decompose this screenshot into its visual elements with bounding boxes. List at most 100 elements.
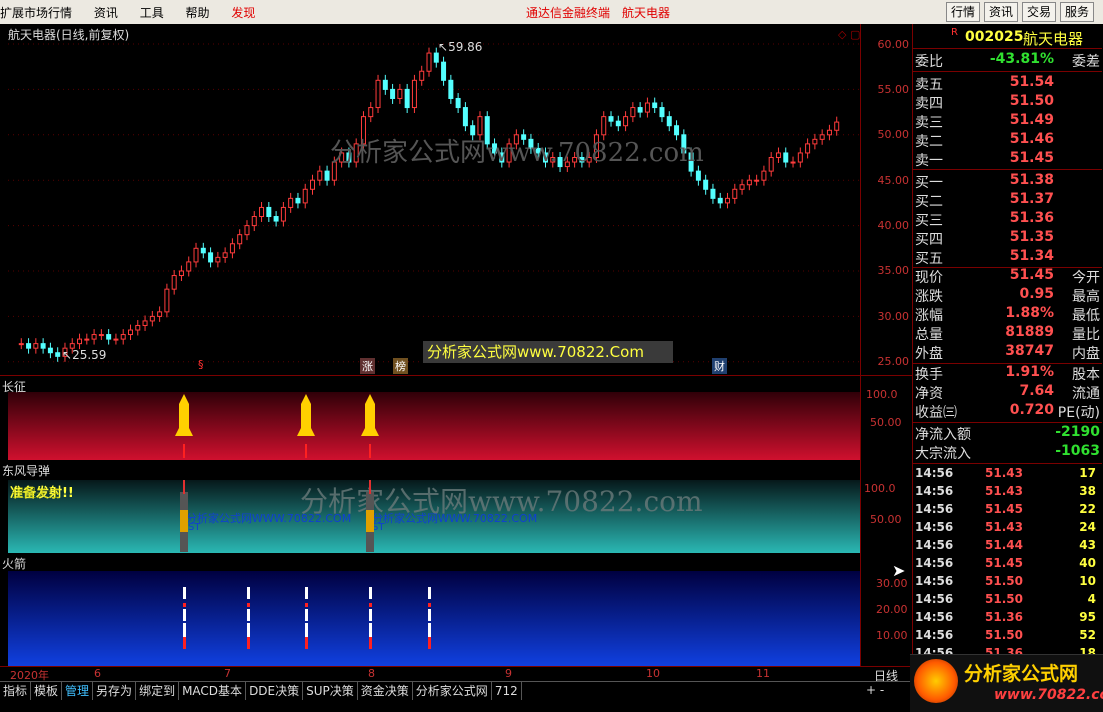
quote-row: 外盘 38747 内盘 xyxy=(913,343,1102,362)
service-button[interactable]: 服务 xyxy=(1060,2,1095,22)
tick-p: 51.45 xyxy=(985,502,1023,516)
quote-row-label: 现价 xyxy=(915,270,943,286)
tab-sup[interactable]: SUP决策 xyxy=(303,682,358,700)
marker-finance[interactable]: 财 xyxy=(712,358,727,374)
menu-item-market[interactable]: 扩展市场行情 xyxy=(0,6,72,20)
quote-row-value: 51.45 xyxy=(1009,267,1054,283)
marker-dividend[interactable]: § xyxy=(198,358,204,371)
tick-t: 14:56 xyxy=(915,592,954,606)
tab-manage[interactable]: 管理 xyxy=(62,682,94,700)
candle xyxy=(288,197,294,208)
tab-save-as[interactable]: 另存为 xyxy=(93,682,137,700)
tick-q: 43 xyxy=(1079,538,1096,552)
tick-p: 51.43 xyxy=(985,484,1023,498)
candle xyxy=(295,197,301,204)
sell-level-row-label: 卖三 xyxy=(915,115,943,131)
candle xyxy=(215,256,221,263)
tab-indicator[interactable]: 指标 xyxy=(0,682,32,700)
kline-chart[interactable] xyxy=(0,24,912,376)
tab-template[interactable]: 模板 xyxy=(31,682,63,700)
quote-row: 现价 51.45 今开 xyxy=(913,267,1102,286)
tick-q: 95 xyxy=(1079,610,1096,624)
menu-item-help[interactable]: 帮助 xyxy=(186,6,210,20)
candle xyxy=(455,97,461,109)
menu-item-tools[interactable]: 工具 xyxy=(140,6,164,20)
tab-bind[interactable]: 绑定到 xyxy=(136,682,180,700)
candle xyxy=(710,188,716,199)
indicator-pane-dongfeng[interactable]: 东风导弹 准备发射!! 提醒关注 分析家公式网www.70822.com 分析家… xyxy=(0,460,912,554)
quote-row: 涨跌 0.95 最高 xyxy=(913,286,1102,305)
chart-settings-icon[interactable]: ◇ ▢ xyxy=(838,28,860,41)
indicator-pane-changzheng[interactable]: 长征 100.0 50.00 xyxy=(0,376,912,461)
trade-button[interactable]: 交易 xyxy=(1022,2,1057,22)
app-title: 通达信金融终端 航天电器 xyxy=(526,6,671,20)
quote-row-label2: 今开 xyxy=(1072,270,1100,286)
buy-level-row: 买一 51.38 xyxy=(913,172,1102,191)
time-axis: 2020年 6 7 8 9 10 11 日线 xyxy=(0,666,912,683)
weibi-label: 委比 xyxy=(915,54,943,70)
buy-level-row: 买五 51.34 xyxy=(913,248,1102,267)
price-tick: 30.00 xyxy=(877,310,910,323)
marker-rank[interactable]: 榜 xyxy=(393,358,408,374)
flow-row: 大宗流入 -1063 xyxy=(913,443,1102,462)
marker-rise[interactable]: 涨 xyxy=(360,358,375,374)
candle xyxy=(375,79,381,109)
candle xyxy=(805,143,811,154)
candle xyxy=(652,102,658,109)
quote-panel: R 002025 航天电器 委比 -43.81% 委差 卖五 51.54 卖四 51.… xyxy=(912,24,1103,687)
pane4-tick: 10.00 xyxy=(876,629,908,642)
buy-level-row-value: 51.37 xyxy=(1009,191,1054,207)
tick-p: 51.50 xyxy=(985,574,1023,588)
quote-row: 涨幅 1.88% 最低 xyxy=(913,305,1102,324)
candle xyxy=(834,121,840,131)
chart-title: 航天电器(日线,前复权) xyxy=(8,28,130,42)
tick-t: 14:56 xyxy=(915,574,954,588)
fund-row-value: 7.64 xyxy=(1019,383,1054,399)
menu-item-news[interactable]: 资讯 xyxy=(94,6,118,20)
tick-t: 14:56 xyxy=(915,610,954,624)
info-button[interactable]: 资讯 xyxy=(984,2,1019,22)
flow-row: 净流入额 -2190 xyxy=(913,424,1102,443)
candle xyxy=(200,247,206,254)
logo-text: 分析家公式网 xyxy=(964,663,1079,685)
stock-name: 航天电器 xyxy=(1023,30,1084,48)
tick-row: 14:56 51.50 52 xyxy=(913,628,1102,646)
tab-macd[interactable]: MACD基本 xyxy=(179,682,247,700)
high-annotation: ↖59.86 xyxy=(438,40,483,54)
time-tick: 7 xyxy=(224,667,231,680)
sell-level-row-value: 51.54 xyxy=(1009,74,1054,90)
candle xyxy=(18,343,24,346)
sell-level-row-value: 51.50 xyxy=(1009,93,1054,109)
rocket-signals xyxy=(175,394,379,458)
candle xyxy=(193,247,199,263)
tab-fxj[interactable]: 分析家公式网 xyxy=(413,682,492,700)
candle xyxy=(127,329,133,336)
candle xyxy=(783,152,789,163)
quote-row-label2: 量比 xyxy=(1072,327,1100,343)
flow-row-label: 大宗流入 xyxy=(915,446,971,462)
watermark-box: 分析家公式网www.70822.Com xyxy=(423,341,673,363)
tab-dde[interactable]: DDE决策 xyxy=(246,682,304,700)
time-tick: 10 xyxy=(646,667,660,680)
tick-row: 14:56 51.43 38 xyxy=(913,484,1102,502)
tab-fund[interactable]: 资金决策 xyxy=(358,682,413,700)
time-tick: 9 xyxy=(505,667,512,680)
candle xyxy=(703,179,709,190)
sell-level-row-value: 51.45 xyxy=(1009,150,1054,166)
indicator-pane-huojian[interactable]: 火箭 30.00 20.00 10.00 ➤ xyxy=(0,553,912,666)
menu-item-discover[interactable]: 发现 xyxy=(231,6,255,20)
sell-level-row-label: 卖二 xyxy=(915,134,943,150)
time-tick: 8 xyxy=(368,667,375,680)
candle xyxy=(368,107,374,118)
quote-row-label: 涨跌 xyxy=(915,289,943,305)
zoom-controls[interactable]: + - xyxy=(866,683,884,697)
buy-level-row-label: 买二 xyxy=(915,194,943,210)
quotes-button[interactable]: 行情 xyxy=(946,2,981,22)
fund-row-label2: 股本 xyxy=(1072,367,1100,383)
tab-712[interactable]: 712 xyxy=(492,682,522,700)
tick-q: 52 xyxy=(1079,628,1096,642)
tick-p: 51.43 xyxy=(985,520,1023,534)
stock-header: R 002025 航天电器 xyxy=(913,27,1102,48)
sell-level-row-label: 卖一 xyxy=(915,153,943,169)
pane3-tick: 100.0 xyxy=(864,482,896,495)
